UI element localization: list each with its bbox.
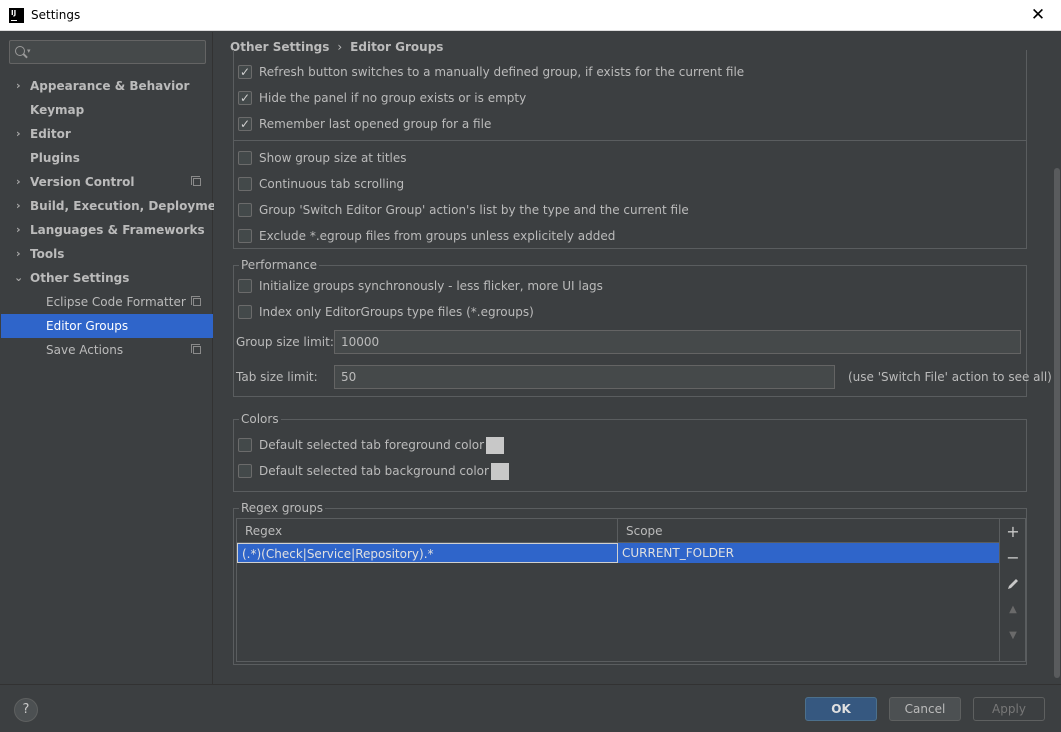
checkbox-label: Hide the panel if no group exists or is … <box>259 91 527 105</box>
sidebar-item-other-settings[interactable]: ⌄ Other Settings <box>1 266 213 290</box>
checkbox[interactable] <box>238 114 252 134</box>
table-toolbar: + − ▲ ▼ <box>1000 518 1026 662</box>
checkbox[interactable] <box>238 62 252 82</box>
checkbox[interactable] <box>238 88 252 108</box>
checkbox[interactable] <box>238 464 252 478</box>
sidebar-item-label: Editor Groups <box>46 319 129 333</box>
edit-icon[interactable] <box>1000 571 1026 597</box>
project-settings-icon <box>191 296 201 306</box>
sidebar-item-plugins[interactable]: Plugins <box>1 146 213 170</box>
checkbox-label: Initialize groups synchronously - less f… <box>259 279 603 293</box>
sidebar-item-appearance[interactable]: › Appearance & Behavior <box>1 74 213 98</box>
search-input[interactable]: ▾ <box>9 40 206 64</box>
settings-sidebar: ▾ › Appearance & Behavior Keymap › Edito… <box>1 32 230 684</box>
chevron-right-icon: › <box>16 79 21 92</box>
checkbox-label: Exclude *.egroup files from groups unles… <box>259 229 616 243</box>
tab-size-label: Tab size limit: <box>236 370 318 384</box>
sidebar-item-editor-groups[interactable]: Editor Groups <box>1 314 213 338</box>
checkbox-label: Default selected tab background color <box>259 461 509 481</box>
checkbox-label-text: Default selected tab foreground color <box>259 438 485 452</box>
checkbox[interactable] <box>238 151 252 165</box>
checkbox-label: Remember last opened group for a file <box>259 117 492 131</box>
tab-size-hint: (use 'Switch File' action to see all) <box>848 370 1052 384</box>
color-swatch[interactable] <box>486 437 505 454</box>
close-icon[interactable]: ✕ <box>1015 0 1061 31</box>
checkbox-label: Refresh button switches to a manually de… <box>259 65 745 79</box>
add-icon[interactable]: + <box>1000 519 1026 545</box>
checkbox-label: Default selected tab foreground color <box>259 435 505 455</box>
sidebar-item-label: Keymap <box>30 103 85 117</box>
move-down-icon[interactable]: ▼ <box>1000 623 1026 649</box>
sidebar-item-label: Appearance & Behavior <box>30 79 190 93</box>
project-settings-icon <box>191 176 201 186</box>
sidebar-item-editor[interactable]: › Editor <box>1 122 213 146</box>
colors-title: Colors <box>239 412 281 426</box>
checkbox[interactable] <box>238 229 252 243</box>
checkbox-label-text: Default selected tab background color <box>259 464 489 478</box>
color-swatch[interactable] <box>490 463 509 480</box>
checkbox-label: Continuous tab scrolling <box>259 177 405 191</box>
column-header-scope[interactable]: Scope <box>618 519 999 543</box>
tab-size-field[interactable]: 50 <box>334 365 835 389</box>
group-size-field[interactable]: 10000 <box>334 330 1021 354</box>
checkbox[interactable] <box>238 305 252 319</box>
apply-button[interactable]: Apply <box>973 697 1045 721</box>
performance-title: Performance <box>239 258 320 272</box>
vertical-scrollbar[interactable] <box>1054 168 1060 678</box>
checkbox-label: Index only EditorGroups type files (*.eg… <box>259 305 534 319</box>
dialog-footer: ? OK Cancel Apply <box>0 684 1061 732</box>
table-row[interactable]: (.*)(Check|Service|Repository).* CURRENT… <box>237 543 999 563</box>
cancel-button[interactable]: Cancel <box>889 697 961 721</box>
table-cell-scope[interactable]: CURRENT_FOLDER <box>618 543 999 563</box>
sidebar-item-languages[interactable]: › Languages & Frameworks <box>1 218 213 242</box>
column-header-regex[interactable]: Regex <box>237 519 618 543</box>
sidebar-item-keymap[interactable]: Keymap <box>1 98 213 122</box>
sidebar-item-label: Languages & Frameworks <box>30 223 205 237</box>
sidebar-item-build[interactable]: › Build, Execution, Deployment <box>1 194 230 218</box>
chevron-down-icon: ⌄ <box>14 271 24 284</box>
sidebar-item-label: Tools <box>30 247 65 261</box>
sidebar-item-label: Version Control <box>30 175 135 189</box>
sidebar-item-tools[interactable]: › Tools <box>1 242 213 266</box>
sidebar-item-save-actions[interactable]: Save Actions <box>1 338 213 362</box>
chevron-down-icon: ▾ <box>27 47 31 55</box>
chevron-right-icon: › <box>16 127 21 140</box>
chevron-right-icon: › <box>16 223 21 236</box>
settings-content: Other Settings›Editor Groups Refresh but… <box>214 32 1060 684</box>
sidebar-item-label: Plugins <box>30 151 80 165</box>
sidebar-item-label: Eclipse Code Formatter <box>46 295 186 309</box>
window-title: Settings <box>31 8 81 22</box>
title-bar: IJ Settings ✕ <box>0 0 1061 31</box>
checkbox[interactable] <box>238 279 252 293</box>
move-up-icon[interactable]: ▲ <box>1000 597 1026 623</box>
checkbox[interactable] <box>238 203 252 217</box>
sidebar-item-label: Save Actions <box>46 343 124 357</box>
remove-icon[interactable]: − <box>1000 545 1026 571</box>
project-settings-icon <box>191 344 201 354</box>
divider <box>233 140 1027 141</box>
sidebar-item-label: Other Settings <box>30 271 130 285</box>
checkbox-label: Group 'Switch Editor Group' action's lis… <box>259 203 689 217</box>
chevron-right-icon: › <box>16 247 21 260</box>
chevron-right-icon: › <box>16 175 21 188</box>
checkbox[interactable] <box>238 438 252 452</box>
checkbox[interactable] <box>238 177 252 191</box>
sidebar-item-label: Build, Execution, Deployment <box>30 199 231 213</box>
checkbox-label: Show group size at titles <box>259 151 407 165</box>
sidebar-item-version-control[interactable]: › Version Control <box>1 170 213 194</box>
sidebar-item-eclipse-formatter[interactable]: Eclipse Code Formatter <box>1 290 213 314</box>
colors-group <box>233 419 1027 492</box>
chevron-right-icon: › <box>16 199 21 212</box>
table-cell-regex[interactable]: (.*)(Check|Service|Repository).* <box>237 543 618 563</box>
help-icon[interactable]: ? <box>14 698 38 722</box>
regex-table[interactable]: Regex Scope (.*)(Check|Service|Repositor… <box>236 518 1000 662</box>
sidebar-item-label: Editor <box>30 127 71 141</box>
search-icon <box>15 46 25 56</box>
intellij-logo-icon: IJ <box>9 8 24 23</box>
ok-button[interactable]: OK <box>805 697 877 721</box>
group-size-label: Group size limit: <box>236 335 334 349</box>
regex-groups-title: Regex groups <box>239 501 325 515</box>
